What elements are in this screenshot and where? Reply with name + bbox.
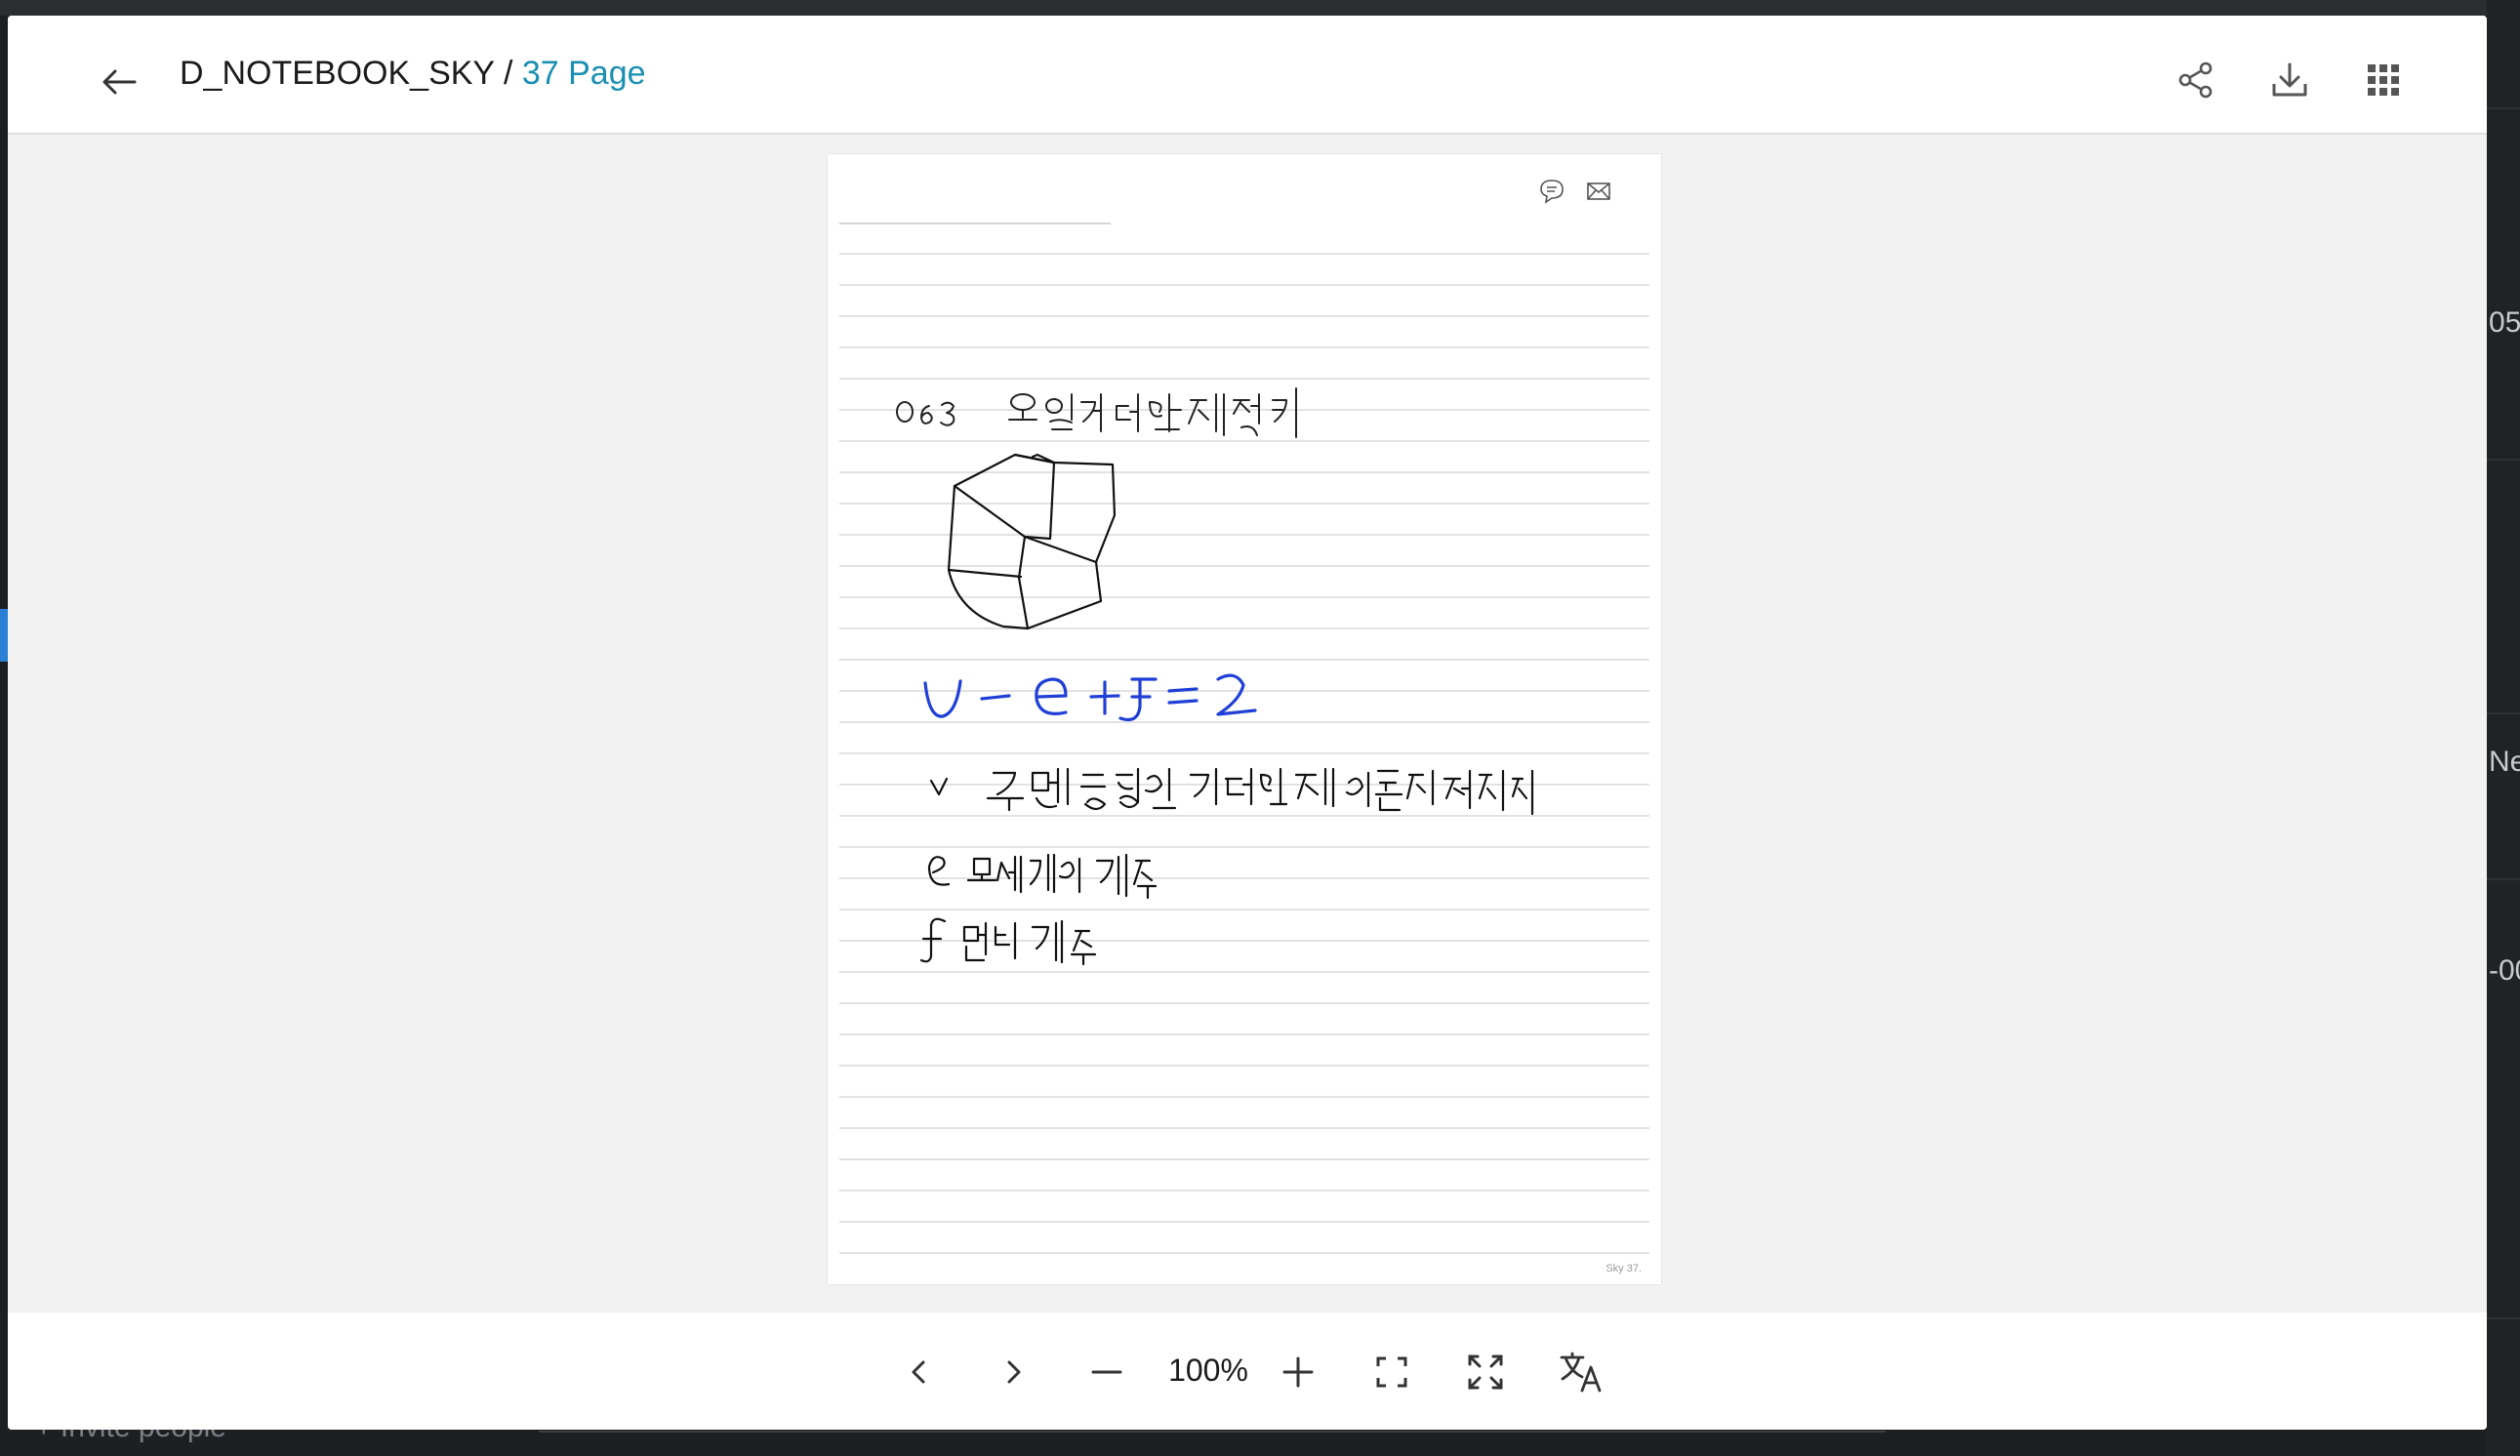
background-divider xyxy=(2487,1317,2520,1319)
background-active-indicator xyxy=(0,609,8,662)
page-footer-label: Sky 37. xyxy=(1605,1263,1642,1274)
back-button[interactable] xyxy=(88,51,150,113)
comment-button[interactable] xyxy=(1538,178,1567,207)
background-right-text: Ne xyxy=(2489,746,2520,778)
handwriting-line-f xyxy=(919,917,1097,966)
polyhedron-sketch xyxy=(947,453,1117,630)
background-input-line xyxy=(539,1431,1886,1433)
translate-icon xyxy=(1560,1352,1602,1393)
background-right-text: -00 xyxy=(2489,954,2520,987)
background-top-bar xyxy=(0,0,2520,16)
title-separator: / xyxy=(494,55,522,92)
translate-button[interactable] xyxy=(1550,1341,1612,1403)
zoom-out-button[interactable] xyxy=(1076,1341,1138,1403)
download-button[interactable] xyxy=(2258,49,2321,111)
page-viewer-area: Sky 37. xyxy=(8,135,2487,1313)
plus-icon xyxy=(1282,1356,1314,1388)
page-number-label: 37 Page xyxy=(521,55,646,92)
handwriting-line-v xyxy=(929,767,1534,816)
background-divider xyxy=(2487,459,2520,461)
next-page-button[interactable] xyxy=(982,1341,1044,1403)
chevron-right-icon xyxy=(1007,1360,1021,1384)
ruled-lines-and-handwriting xyxy=(839,222,1649,1254)
fit-page-button[interactable] xyxy=(1361,1341,1423,1403)
zoom-level: 100% xyxy=(1168,1353,1248,1388)
handwriting-title xyxy=(896,387,1297,438)
fullscreen-button[interactable] xyxy=(1454,1341,1517,1403)
zoom-in-button[interactable] xyxy=(1267,1341,1329,1403)
background-divider xyxy=(2487,878,2520,880)
share-button[interactable] xyxy=(2165,49,2227,111)
viewer-header: D_NOTEBOOK_SKY / 37 Page xyxy=(8,16,2487,135)
previous-page-button[interactable] xyxy=(888,1341,951,1403)
minus-icon xyxy=(1091,1370,1122,1374)
apps-grid-button[interactable] xyxy=(2352,49,2415,111)
page-title: D_NOTEBOOK_SKY / 37 Page xyxy=(180,55,646,93)
share-icon xyxy=(2178,61,2213,99)
comment-icon xyxy=(1540,180,1564,204)
background-divider xyxy=(2487,107,2520,109)
background-right-text: 05 xyxy=(2489,306,2520,339)
handwriting-formula xyxy=(923,673,1257,722)
grid-icon xyxy=(2368,64,2399,96)
background-right-panel xyxy=(2487,0,2520,1456)
fullscreen-icon xyxy=(1468,1355,1503,1390)
mail-button[interactable] xyxy=(1585,178,1614,207)
mail-icon xyxy=(1587,182,1610,200)
viewer-toolbar: 100% xyxy=(8,1314,2487,1430)
fit-page-icon xyxy=(1376,1356,1407,1388)
notebook-viewer-modal: D_NOTEBOOK_SKY / 37 Page Sky 37. 100% xyxy=(8,16,2487,1430)
notebook-page: Sky 37. xyxy=(828,154,1661,1284)
background-divider xyxy=(2487,712,2520,714)
handwriting-line-e xyxy=(927,853,1158,900)
arrow-left-icon xyxy=(102,69,137,95)
chevron-left-icon xyxy=(912,1360,925,1384)
download-icon xyxy=(2272,62,2307,97)
notebook-name: D_NOTEBOOK_SKY xyxy=(180,55,495,92)
